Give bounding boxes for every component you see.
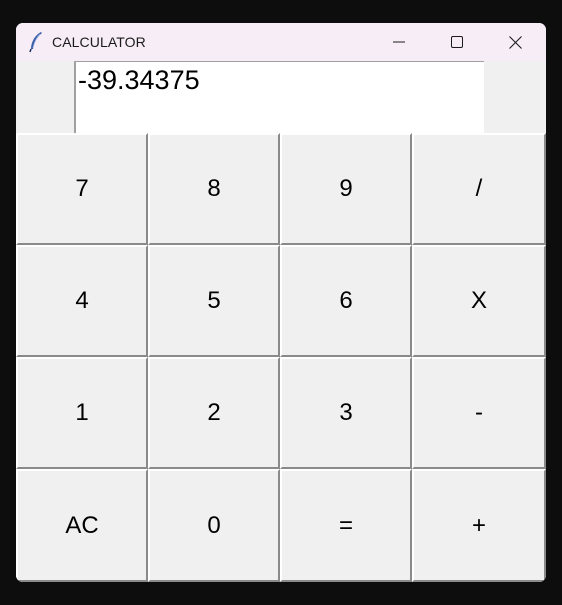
feather-icon — [29, 32, 42, 53]
key-clear[interactable]: AC — [16, 469, 148, 582]
display-area: -39.34375 — [16, 61, 546, 133]
minimize-button[interactable] — [370, 23, 428, 61]
key-9[interactable]: 9 — [280, 133, 412, 245]
maximize-button[interactable] — [428, 23, 486, 61]
key-2[interactable]: 2 — [148, 357, 280, 469]
key-1[interactable]: 1 — [16, 357, 148, 469]
calculator-window: CALCULATOR -39.34375 7 8 9 / 4 5 6 X 1 2… — [16, 23, 546, 582]
key-equals[interactable]: = — [280, 469, 412, 582]
maximize-icon — [451, 36, 463, 48]
key-6[interactable]: 6 — [280, 245, 412, 357]
key-7[interactable]: 7 — [16, 133, 148, 245]
key-multiply[interactable]: X — [412, 245, 546, 357]
keypad: 7 8 9 / 4 5 6 X 1 2 3 - AC 0 = + — [16, 133, 546, 582]
key-divide[interactable]: / — [412, 133, 546, 245]
key-8[interactable]: 8 — [148, 133, 280, 245]
window-title: CALCULATOR — [52, 34, 146, 50]
key-4[interactable]: 4 — [16, 245, 148, 357]
key-3[interactable]: 3 — [280, 357, 412, 469]
close-button[interactable] — [486, 23, 544, 61]
title-bar[interactable]: CALCULATOR — [16, 23, 546, 61]
key-5[interactable]: 5 — [148, 245, 280, 357]
key-subtract[interactable]: - — [412, 357, 546, 469]
result-display[interactable]: -39.34375 — [74, 61, 484, 133]
key-0[interactable]: 0 — [148, 469, 280, 582]
minimize-icon — [393, 41, 405, 43]
close-icon — [508, 35, 522, 49]
key-add[interactable]: + — [412, 469, 546, 582]
